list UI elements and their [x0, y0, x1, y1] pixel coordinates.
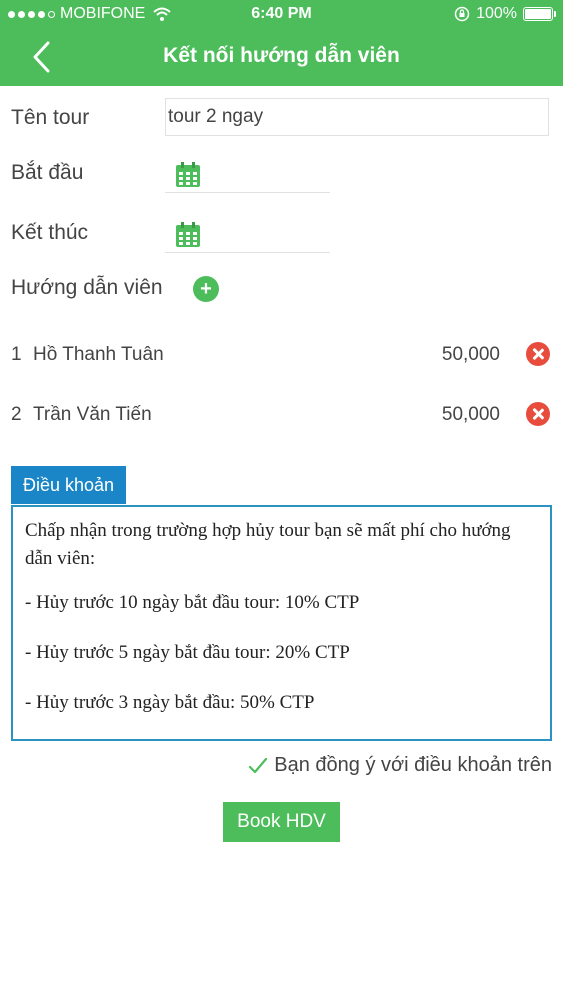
status-right: 100%: [454, 5, 556, 23]
end-date-field[interactable]: [165, 220, 330, 253]
guide-index: 2: [11, 404, 22, 425]
agree-terms-label: Bạn đồng ý với điều khoản trên: [274, 754, 552, 776]
guide-name: Hồ Thanh Tuân: [33, 344, 164, 365]
guide-row: 2 Trần Văn Tiến 50,000: [0, 400, 563, 430]
end-date-label: Kết thúc: [11, 221, 89, 244]
agree-terms-checkbox[interactable]: Bạn đồng ý với điều khoản trên: [248, 754, 552, 777]
battery-icon: [523, 7, 556, 21]
terms-tab: Điều khoản: [11, 466, 126, 504]
top-bar: MOBIFONE 6:40 PM 100% Kết nối hướng dẫn …: [0, 0, 563, 86]
start-date-field[interactable]: [165, 160, 330, 193]
calendar-icon[interactable]: [175, 162, 201, 188]
battery-percent: 100%: [476, 5, 517, 22]
terms-box: Chấp nhận trong trường hợp hủy tour bạn …: [11, 505, 552, 741]
guide-index: 1: [11, 344, 22, 365]
status-bar: MOBIFONE 6:40 PM 100%: [0, 0, 563, 30]
terms-intro: Chấp nhận trong trường hợp hủy tour bạn …: [25, 520, 511, 569]
terms-item: - Hủy trước 5 ngày bắt đầu tour: 20% CTP: [25, 642, 350, 663]
book-guide-button[interactable]: Book HDV: [223, 802, 340, 842]
guide-price: 50,000: [441, 404, 500, 425]
guide-row: 1 Hồ Thanh Tuân 50,000: [0, 340, 563, 370]
tour-name-label: Tên tour: [11, 106, 90, 129]
guide-name: Trần Văn Tiến: [33, 404, 152, 425]
add-guide-button[interactable]: +: [193, 276, 219, 302]
calendar-icon[interactable]: [175, 222, 201, 248]
remove-guide-icon[interactable]: [526, 342, 550, 366]
checkmark-icon: [249, 757, 268, 773]
guide-price: 50,000: [441, 344, 500, 365]
terms-item: - Hủy trước 10 ngày bắt đầu tour: 10% CT…: [25, 592, 360, 613]
start-date-label: Bắt đầu: [11, 161, 84, 184]
remove-guide-icon[interactable]: [526, 402, 550, 426]
guides-label: Hướng dẫn viên: [11, 276, 163, 299]
nav-bar: Kết nối hướng dẫn viên: [0, 30, 563, 86]
plus-icon: +: [200, 278, 212, 300]
page-title: Kết nối hướng dẫn viên: [163, 44, 400, 67]
orientation-lock-icon: [454, 6, 470, 22]
tour-name-input[interactable]: tour 2 ngay: [165, 98, 549, 136]
terms-item: - Hủy trước 3 ngày bắt đầu: 50% CTP: [25, 692, 315, 713]
